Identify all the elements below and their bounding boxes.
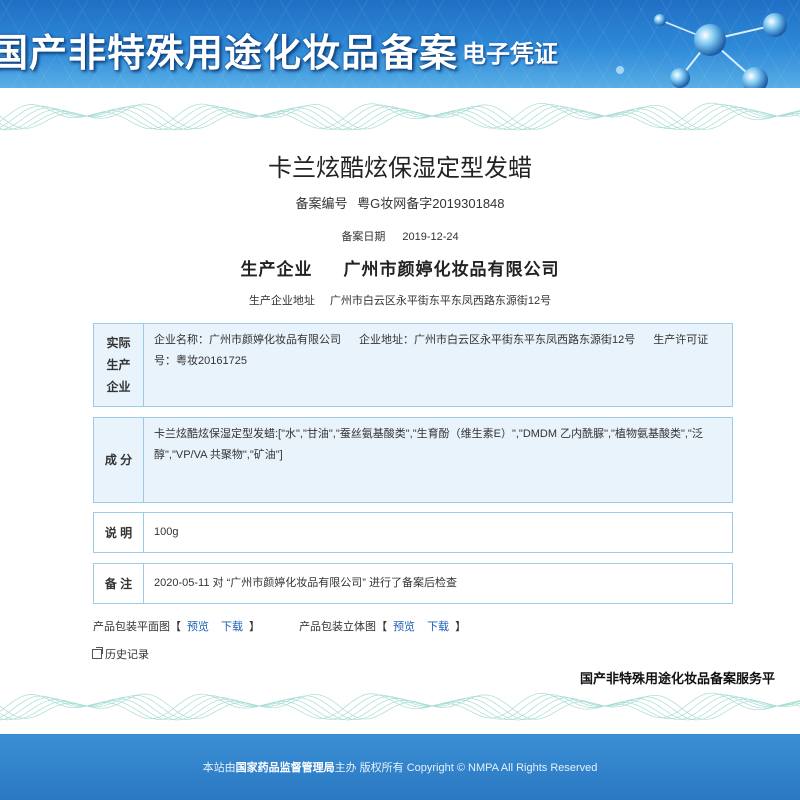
- actual-producer-address: 企业地址：广州市白云区永平街东平东凤西路东源街12号: [359, 334, 636, 346]
- package-flat-group: 产品包装平面图【 预览 下载】: [93, 621, 263, 633]
- registration-date-label: 备案日期: [341, 231, 386, 243]
- bracket-close: 】: [249, 621, 260, 633]
- banner-title: 国产非特殊用途化妆品备案: [0, 30, 459, 75]
- registration-date: 2019-12-24: [402, 231, 459, 243]
- ingredients-heading: 成 分: [94, 418, 144, 502]
- company-label: 生产企业: [240, 260, 313, 280]
- footer-org: 国家药品监督管理局: [235, 762, 335, 774]
- product-name: 卡兰炫酷炫保湿定型发蜡: [268, 155, 532, 182]
- actual-producer-details: 企业名称：广州市颜婷化妆品有限公司 企业地址：广州市白云区永平街东平东凤西路东源街…: [144, 324, 732, 406]
- bracket-open: 【: [170, 621, 181, 633]
- actual-producer-heading: 实际 生产 企业: [94, 324, 144, 406]
- description-heading: 说 明: [94, 513, 144, 552]
- history-label[interactable]: 历史记录: [105, 646, 149, 662]
- banner-subtitle: 电子凭证: [462, 39, 558, 68]
- company-address-label: 生产企业地址: [248, 295, 315, 307]
- service-platform-label: 国产非特殊用途化妆品备案服务平: [580, 671, 776, 686]
- guilloche-wave: [0, 692, 800, 720]
- footer-prefix: 本站由: [202, 762, 236, 774]
- header-banner: 国产非特殊用途化妆品备案 电子凭证: [0, 0, 800, 88]
- bracket-close: 】: [455, 621, 467, 633]
- package-solid-preview-link[interactable]: 预览: [393, 621, 415, 633]
- company-line: 生产企业 广州市颜婷化妆品有限公司: [0, 255, 800, 280]
- decorative-border-top: [0, 102, 800, 131]
- registration-number: 粤G妆网备字2019301848: [357, 196, 505, 211]
- package-flat-download-link[interactable]: 下载: [221, 621, 243, 633]
- ingredients-text: 卡兰炫酷炫保湿定型发蜡:["水","甘油","蚕丝氨基酸类","生育酚（维生素E…: [154, 428, 703, 461]
- guilloche-wave: [0, 102, 800, 130]
- molecule-graphic: [616, 13, 787, 88]
- description-text: 100g: [154, 526, 179, 538]
- registration-line: 备案编号 粤G妆网备字2019301848: [0, 193, 800, 212]
- company-address-line: 生产企业地址 广州市白云区永平街东平东凤西路东源街12号: [0, 292, 800, 308]
- actual-producer-heading-line: 实际: [106, 336, 131, 350]
- package-flat-preview-link[interactable]: 预览: [187, 621, 209, 633]
- company-name: 广州市颜婷化妆品有限公司: [343, 260, 560, 280]
- registration-date-line: 备案日期 2019-12-24: [0, 228, 800, 244]
- package-solid-group: 产品包装立体图【 预览 下载】: [299, 621, 466, 633]
- ingredients-row: 成 分 卡兰炫酷炫保湿定型发蜡:["水","甘油","蚕丝氨基酸类","生育酚（…: [93, 417, 733, 503]
- actual-producer-heading-line: 生产: [106, 358, 131, 372]
- actual-producer-name: 企业名称：广州市颜婷化妆品有限公司: [154, 334, 341, 346]
- bracket-open: 【: [376, 621, 388, 633]
- description-row: 说 明 100g: [93, 512, 733, 553]
- external-window-icon: [92, 647, 103, 659]
- actual-producer-heading-line: 企业: [106, 380, 131, 394]
- actual-producer-row: 实际 生产 企业 企业名称：广州市颜婷化妆品有限公司 企业地址：广州市白云区永平街…: [93, 323, 733, 407]
- decorative-border-bottom: [0, 692, 800, 721]
- package-flat-label: 产品包装平面图: [93, 621, 170, 633]
- notes-row: 备 注 2020-05-11 对 “广州市颜婷化妆品有限公司” 进行了备案后检查: [93, 563, 733, 604]
- package-solid-label: 产品包装立体图: [299, 621, 377, 633]
- footer: 本站由 国家药品监督管理局 主办 版权所有 Copyright © NMPA All…: [0, 734, 800, 800]
- history-link[interactable]: 历史记录: [92, 646, 149, 662]
- footer-copyright: 主办 版权所有 Copyright © NMPA All Rights Rese…: [334, 762, 598, 774]
- company-address: 广州市白云区永平街东平东凤西路东源街12号: [329, 295, 552, 307]
- notes-text: 2020-05-11 对 “广州市颜婷化妆品有限公司” 进行了备案后检查: [154, 577, 457, 589]
- registration-label: 备案编号: [295, 196, 348, 211]
- package-solid-download-link[interactable]: 下载: [427, 621, 449, 633]
- package-images-line: 产品包装平面图【 预览 下载】 产品包装立体图【 预览 下载】: [93, 618, 466, 634]
- notes-heading: 备 注: [94, 564, 144, 603]
